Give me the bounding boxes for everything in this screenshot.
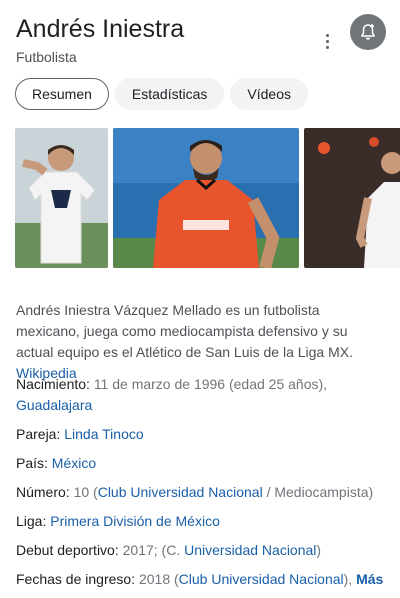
partner-link[interactable]: Linda Tinoco — [64, 426, 143, 442]
fact-value: 2018 ( — [138, 571, 179, 587]
fact-label: Liga: — [16, 513, 47, 529]
entity-title: Andrés Iniestra — [16, 15, 185, 43]
fact-value: 2017; (C. — [122, 542, 185, 558]
fact-label: País: — [16, 455, 48, 471]
fact-numero: Número: 10 (Club Universidad Nacional / … — [16, 482, 391, 503]
entity-subtitle: Futbolista — [16, 49, 77, 65]
country-link[interactable]: México — [52, 455, 96, 471]
tab-estadisticas[interactable]: Estadísticas — [114, 78, 225, 110]
fact-value: ), — [343, 571, 353, 587]
more-link[interactable]: Más — [356, 571, 383, 587]
knowledge-panel-header: Andrés Iniestra Futbolista — [16, 14, 400, 74]
club-link[interactable]: Club Universidad Nacional — [98, 484, 263, 500]
follow-button[interactable] — [350, 14, 386, 50]
more-options-icon[interactable] — [322, 32, 334, 52]
fact-ingreso: Fechas de ingreso: 2018 (Club Universida… — [16, 569, 391, 590]
facts-list: Nacimiento: 11 de marzo de 1996 (edad 25… — [16, 374, 391, 598]
bell-plus-icon — [361, 24, 375, 40]
image-carousel[interactable] — [15, 128, 400, 268]
join-club-link[interactable]: Club Universidad Nacional — [179, 571, 344, 587]
fact-liga: Liga: Primera División de México — [16, 511, 391, 532]
fact-label: Fechas de ingreso: — [16, 571, 136, 587]
entity-description: Andrés Iniestra Vázquez Mellado es un fu… — [16, 300, 386, 384]
fact-debut: Debut deportivo: 2017; (C. Universidad N… — [16, 540, 391, 561]
fact-value: 11 de marzo de 1996 (edad 25 años), — [93, 376, 328, 392]
league-link[interactable]: Primera División de México — [50, 513, 220, 529]
fact-label: Nacimiento: — [16, 376, 90, 392]
tab-resumen[interactable]: Resumen — [15, 78, 109, 110]
debut-club-link[interactable]: Universidad Nacional — [184, 542, 316, 558]
player-photo-3[interactable] — [304, 128, 400, 268]
fact-value: ) — [316, 542, 322, 558]
fact-label: Pareja: — [16, 426, 61, 442]
fact-label: Debut deportivo: — [16, 542, 119, 558]
player-photo-2[interactable] — [113, 128, 299, 268]
fact-value: / Mediocampista) — [262, 484, 374, 500]
fact-pareja: Pareja: Linda Tinoco — [16, 424, 391, 445]
fact-label: Número: — [16, 484, 70, 500]
tab-videos[interactable]: Vídeos — [230, 78, 308, 110]
description-text: Andrés Iniestra Vázquez Mellado es un fu… — [16, 302, 353, 360]
fact-value: 10 ( — [73, 484, 98, 500]
player-photo-1[interactable] — [15, 128, 108, 268]
fact-nacimiento: Nacimiento: 11 de marzo de 1996 (edad 25… — [16, 374, 391, 416]
birthplace-link[interactable]: Guadalajara — [16, 397, 92, 413]
fact-pais: País: México — [16, 453, 391, 474]
panel-tabs: Resumen Estadísticas Vídeos — [15, 78, 308, 110]
